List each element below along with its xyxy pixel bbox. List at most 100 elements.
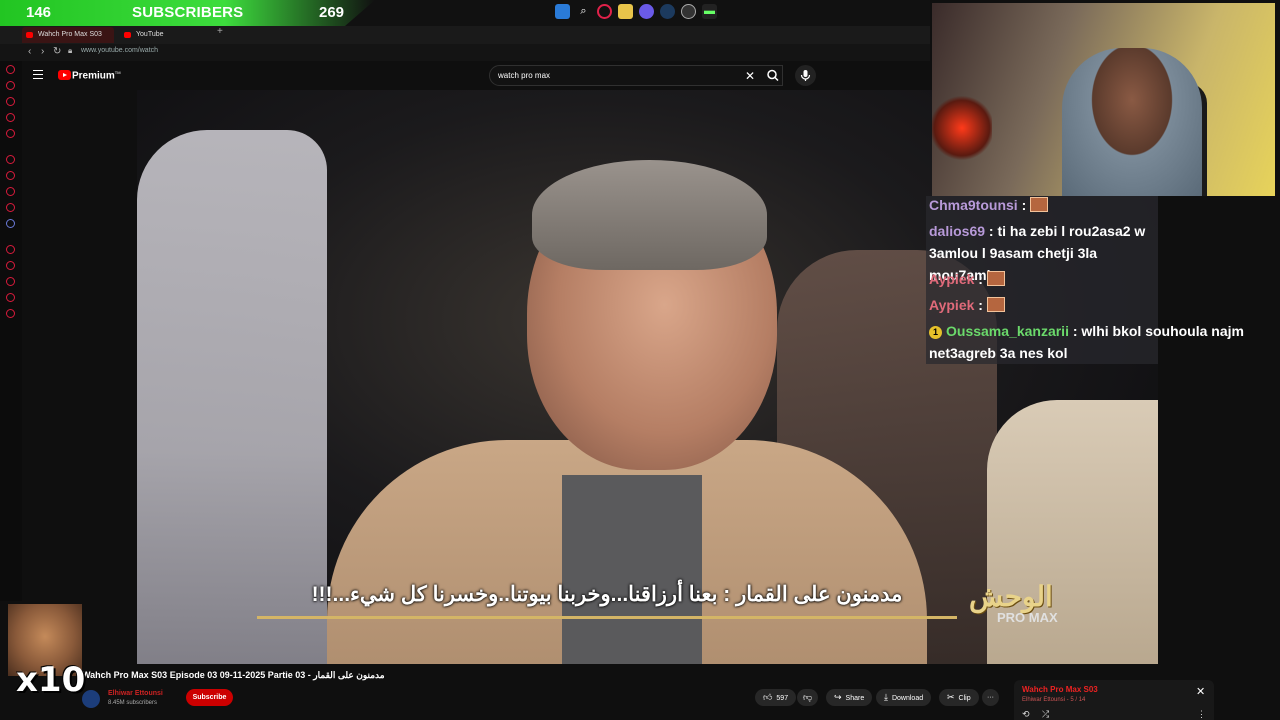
clear-search-icon[interactable]: ✕ [745, 69, 755, 83]
share-icon: ↪ [834, 692, 842, 702]
video-frame-speaker-hair [532, 160, 767, 270]
microphone-icon [800, 70, 811, 81]
clip-button[interactable]: ✂ Clip [939, 689, 979, 706]
video-subtitle: مدمنون على القمار : بعنا أرزاقنا...وخربن… [311, 583, 903, 606]
channel-name[interactable]: Elhiwar Ettounsi [108, 690, 163, 697]
search-icon[interactable]: ⌕ [576, 4, 591, 19]
steam-icon[interactable] [660, 4, 675, 19]
browser-tab-bar: Wahch Pro Max S03 Epis YouTube [0, 26, 930, 54]
address-bar: ‹ › ↻ 🔒︎ www.youtube.com/watch [0, 44, 930, 61]
taskbar: ⌕ ▬ [555, 4, 717, 19]
chat-emote-icon [986, 297, 1005, 312]
like-button[interactable]: 👍︎ 597 [755, 689, 797, 706]
shuffle-icon[interactable]: ⤮ [1042, 709, 1049, 720]
sidebar-icon-13[interactable] [6, 277, 15, 286]
back-icon[interactable]: ‹ [28, 46, 31, 57]
youtube-favicon-icon [124, 32, 131, 38]
screen: 146 SUBSCRIBERS 269 ⌕ ▬ Wahch Pro Max S0… [0, 0, 1280, 720]
search-input-value: watch pro max [498, 71, 551, 80]
youtube-header: PremiumTM watch pro max ✕ [22, 61, 930, 90]
subtitle-underline [257, 616, 957, 619]
chat-username: Chma9tounsi [929, 197, 1018, 212]
browser-sidebar [0, 61, 22, 601]
new-tab-button[interactable]: + [217, 26, 223, 37]
sidebar-icon-10[interactable] [6, 219, 15, 228]
share-button[interactable]: ↪ Share [826, 689, 873, 706]
subscriber-goal-bar: 146 SUBSCRIBERS 269 ⌕ ▬ [0, 0, 930, 26]
dislike-button[interactable]: 👎︎ [797, 689, 819, 706]
playlist-title[interactable]: Wahch Pro Max S03 [1022, 685, 1098, 694]
streamer-webcam [932, 3, 1275, 196]
loop-icon[interactable]: ⟲ [1022, 709, 1030, 720]
chat-emote-icon [1030, 197, 1049, 212]
sidebar-icon-11[interactable] [6, 245, 15, 254]
sidebar-icon-15[interactable] [6, 309, 15, 318]
chat-username: Aypiek [929, 271, 975, 287]
chat-text: : [978, 297, 983, 313]
windows-start-icon[interactable] [555, 4, 570, 19]
sidebar-icon-4[interactable] [6, 113, 15, 122]
opera-icon[interactable] [597, 4, 612, 19]
sidebar-icon-7[interactable] [6, 171, 15, 180]
chat-message: Chma9tounsi : [929, 194, 1249, 212]
subscribe-button[interactable]: Subscribe [186, 689, 233, 706]
search-button[interactable] [761, 65, 785, 86]
show-logo: الوحش [969, 581, 1053, 612]
chat-text: : [978, 271, 983, 287]
close-icon[interactable]: ✕ [1196, 685, 1205, 698]
sidebar-icon-8[interactable] [6, 187, 15, 196]
thumbs-down-icon: 👎︎ [803, 692, 813, 702]
sidebar-icon-2[interactable] [6, 81, 15, 90]
subscriber-label: SUBSCRIBERS [132, 4, 244, 21]
chat-emote-icon [986, 271, 1005, 286]
channel-subscriber-count: 8.45M subscribers [108, 700, 158, 706]
tab-youtube[interactable]: YouTube [120, 27, 210, 43]
search-icon [767, 69, 779, 82]
tab-wahch-pro-max[interactable]: Wahch Pro Max S03 Epis [22, 27, 114, 54]
subscriber-goal: 269 [319, 4, 345, 21]
chat-text: : [1021, 197, 1027, 212]
show-logo-sub: PRO MAX [997, 610, 1058, 625]
youtube-brand[interactable]: PremiumTM [72, 70, 121, 81]
download-icon: ⤓ [884, 692, 888, 702]
sidebar-icon-12[interactable] [6, 261, 15, 270]
forward-icon[interactable]: › [41, 46, 44, 57]
app-icon[interactable]: ▬ [702, 4, 717, 19]
sidebar-icon-9[interactable] [6, 203, 15, 212]
search-input[interactable]: watch pro max ✕ [489, 65, 783, 86]
thumbs-up-icon: 👍︎ [763, 692, 773, 702]
playlist-panel: Wahch Pro Max S03 Elhiwar Ettounsi - 5 /… [1014, 680, 1214, 720]
video-title: Wahch Pro Max S03 Episode 03 09-11-2025 … [82, 670, 385, 680]
youtube-favicon-icon [26, 32, 33, 38]
chat-badge-icon: 1 [929, 326, 942, 339]
playlist-meta: Elhiwar Ettounsi - 5 / 14 [1022, 697, 1086, 703]
more-vert-icon[interactable]: ⋮ [1197, 709, 1206, 720]
download-button[interactable]: ⤓ Download [876, 689, 932, 706]
chat-username: Aypiek [929, 297, 975, 313]
tab-label: YouTube [136, 31, 164, 38]
chat-message: 1 Oussama_kanzarii : wlhi bkol souhoula n… [929, 320, 1274, 364]
voice-search-button[interactable] [795, 65, 816, 86]
url-field[interactable]: www.youtube.com/watch [81, 47, 158, 54]
emote-multiplier: x10 [16, 660, 86, 700]
reload-icon[interactable]: ↻ [53, 46, 61, 57]
lock-icon: 🔒︎ [68, 46, 73, 55]
sidebar-icon-3[interactable] [6, 97, 15, 106]
webcam-streamer [1062, 48, 1202, 196]
chat-message: Aypiek : [929, 268, 1249, 290]
subscriber-count: 146 [26, 4, 52, 21]
folder-icon[interactable] [618, 4, 633, 19]
youtube-logo-icon[interactable] [58, 70, 71, 80]
obs-icon[interactable] [681, 4, 696, 19]
discord-icon[interactable] [639, 4, 654, 19]
more-actions-button[interactable]: ··· [982, 689, 999, 706]
chat-username: Oussama_kanzarii [946, 323, 1069, 339]
menu-icon[interactable] [33, 70, 43, 79]
sidebar-icon-14[interactable] [6, 293, 15, 302]
sidebar-icon-5[interactable] [6, 129, 15, 138]
chat-message: Aypiek : [929, 294, 1249, 316]
webcam-led-lights [932, 93, 992, 163]
scissors-icon: ✂ [947, 692, 955, 702]
sidebar-icon-1[interactable] [6, 65, 15, 74]
sidebar-icon-6[interactable] [6, 155, 15, 164]
